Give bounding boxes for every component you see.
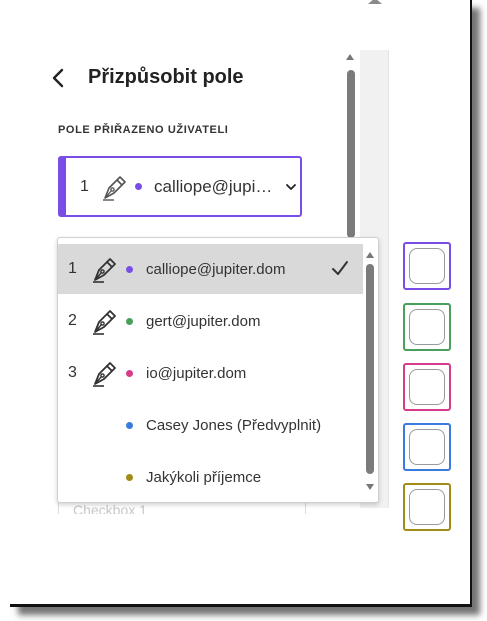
- checkmark-icon: [332, 261, 348, 275]
- assignee-dropdown: 1 calliope@jupiter.dom 2 gert@jupiter.do…: [57, 237, 379, 503]
- chevron-down-icon: [286, 183, 296, 190]
- option-number: 3: [68, 364, 77, 381]
- dropdown-scroll-down-arrow[interactable]: [366, 484, 374, 490]
- option-label: calliope@jupiter.dom: [146, 260, 286, 278]
- page-title: Přizpůsobit pole: [88, 66, 244, 88]
- dropdown-scrollbar-thumb[interactable]: [366, 264, 374, 474]
- option-number: 1: [68, 260, 77, 277]
- dropdown-option-anyone[interactable]: Jakýkoli příjemce: [58, 452, 363, 502]
- pen-nib-icon: [93, 362, 116, 387]
- field-checkbox: [409, 429, 445, 465]
- signer-color-dot: [126, 369, 133, 377]
- panel-scroll-up-arrow[interactable]: [346, 54, 354, 60]
- option-label: Casey Jones (Předvyplnit): [146, 416, 322, 434]
- dropdown-option-casey[interactable]: Casey Jones (Předvyplnit): [58, 400, 363, 450]
- signer-color-dot: [126, 473, 133, 481]
- field-gert[interactable]: [403, 303, 451, 351]
- option-label: Jakýkoli příjemce: [146, 468, 262, 486]
- field-checkbox: [409, 309, 445, 345]
- field-checkbox: [409, 248, 445, 284]
- chevron-left-icon: [52, 68, 64, 88]
- field-calliope[interactable]: [403, 242, 451, 290]
- dropdown-scroll-up-arrow[interactable]: [366, 252, 374, 258]
- pen-nib-icon: [103, 175, 126, 201]
- pen-nib-icon: [93, 310, 116, 335]
- field-io[interactable]: [403, 363, 451, 411]
- field-checkbox: [409, 489, 445, 525]
- option-label: gert@jupiter.dom: [146, 312, 261, 330]
- back-button[interactable]: [47, 66, 69, 90]
- field-anyone[interactable]: [403, 483, 451, 531]
- option-number: 2: [68, 312, 77, 329]
- signer-color-dot: [126, 265, 133, 273]
- checkbox-field-text: Checkbox 1: [73, 502, 147, 514]
- pen-nib-icon: [93, 258, 116, 283]
- assignee-email: calliope@jupi…: [154, 176, 273, 196]
- signer-color-dot: [126, 317, 133, 325]
- panel-divider: [388, 50, 389, 508]
- scroll-up-caret-icon[interactable]: [368, 0, 382, 4]
- dropdown-option-calliope[interactable]: 1 calliope@jupiter.dom: [58, 244, 363, 294]
- section-label: POLE PŘIŘAZENO UŽIVATELI: [58, 124, 229, 136]
- field-checkbox: [409, 369, 445, 405]
- signer-color-dot: [135, 183, 142, 190]
- field-casey[interactable]: [403, 423, 451, 471]
- assignee-select[interactable]: 1 calliope@jupi…: [58, 156, 302, 217]
- assignee-number: 1: [80, 177, 89, 195]
- option-label: io@jupiter.dom: [146, 364, 247, 382]
- dropdown-option-gert[interactable]: 2 gert@jupiter.dom: [58, 296, 363, 346]
- dropdown-option-io[interactable]: 3 io@jupiter.dom: [58, 348, 363, 398]
- panel-scrollbar-thumb[interactable]: [347, 70, 355, 238]
- signer-color-dot: [126, 421, 133, 429]
